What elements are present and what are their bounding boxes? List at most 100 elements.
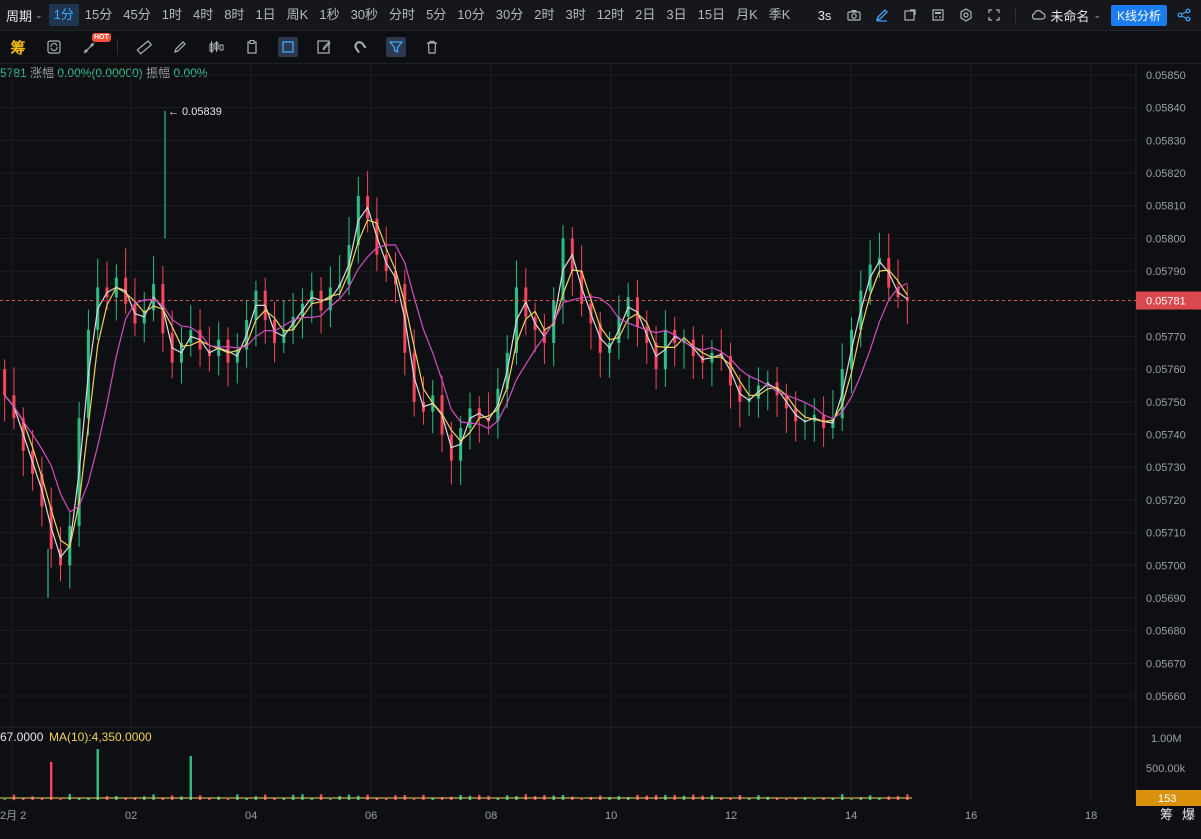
- magnet-frame-tool[interactable]: [270, 31, 306, 63]
- volume-bar: [96, 749, 99, 800]
- timeframe-tab[interactable]: 45分: [118, 4, 155, 26]
- ruler-tool[interactable]: [126, 31, 162, 63]
- volume-bar: [77, 798, 81, 800]
- volume-bar: [329, 798, 332, 800]
- volume-bar: [664, 794, 667, 800]
- clipboard-tool[interactable]: [234, 31, 270, 63]
- timeframe-tab[interactable]: 12时: [592, 4, 629, 26]
- volume-bar: [478, 794, 481, 800]
- price-tick-label: 0.05710: [1146, 528, 1186, 540]
- volume-bar: [626, 797, 630, 800]
- timeframe-tab[interactable]: 2时: [529, 4, 559, 26]
- clipboard-icon: [242, 37, 262, 57]
- camera-icon[interactable]: [843, 4, 865, 26]
- refresh-tool[interactable]: [36, 31, 72, 63]
- x-tick-label: 2月 2: [0, 810, 26, 822]
- price-tick-label: 0.05680: [1146, 626, 1186, 638]
- price-tick-label: 0.05820: [1146, 168, 1186, 180]
- price-tick-label: 0.05760: [1146, 364, 1186, 376]
- timeframe-tab[interactable]: 15日: [693, 4, 730, 26]
- timeframe-tab[interactable]: 周K: [282, 4, 314, 26]
- timeframe-tab[interactable]: 分时: [384, 4, 420, 26]
- price-tick-label: 0.05830: [1146, 135, 1186, 147]
- period-label: 周期: [6, 8, 33, 24]
- top-toolbar: 周期 ⌄ 1分 15分 45分 1时 4时 8时 1日 周K 1秒 30秒 分时 5分 10分 30分 2时…: [0, 0, 1201, 31]
- popout-icon[interactable]: [899, 4, 921, 26]
- timeframe-tab[interactable]: 1分: [48, 4, 79, 26]
- ruler-icon: [134, 37, 154, 57]
- timeframe-tab[interactable]: 2日: [630, 4, 660, 26]
- chou-label: 筹: [10, 39, 26, 57]
- price-tick-label: 0.05840: [1146, 103, 1186, 115]
- timeframe-tab[interactable]: 15分: [80, 4, 117, 26]
- x-tick-label: 18: [1085, 810, 1097, 822]
- magnet-tool[interactable]: [342, 31, 378, 63]
- cloud-icon: [1032, 10, 1046, 20]
- candlestick-icon: [206, 37, 226, 57]
- timeframe-tab[interactable]: 季K: [764, 4, 796, 26]
- edit-tool[interactable]: [306, 31, 342, 63]
- x-tick-label: 14: [845, 810, 857, 822]
- volume-bar: [580, 798, 583, 800]
- chevron-down-icon: ⌄: [35, 9, 43, 20]
- divider: [1015, 7, 1017, 23]
- brush-icon: [170, 37, 190, 57]
- timeframe-tab[interactable]: 30分: [491, 4, 528, 26]
- refresh-rate-button[interactable]: 3s: [812, 8, 838, 23]
- volume-bar: [366, 794, 369, 800]
- trend-tool[interactable]: HOT: [72, 31, 111, 63]
- timeframe-tab[interactable]: 1日: [250, 4, 280, 26]
- candle-tool[interactable]: [198, 31, 234, 63]
- timeframe-tab[interactable]: 30秒: [346, 4, 383, 26]
- chou-button[interactable]: 筹: [0, 31, 36, 63]
- volume-bar: [310, 798, 313, 800]
- timeframe-tab[interactable]: 3时: [560, 4, 590, 26]
- volume-bar: [49, 762, 53, 800]
- kline-analysis-button[interactable]: K线分析: [1110, 4, 1167, 26]
- volume-bar: [226, 798, 230, 800]
- timeframe-tab[interactable]: 1秒: [314, 4, 344, 26]
- chou-bottom-label: 筹: [1160, 807, 1173, 822]
- volume-bar: [59, 798, 62, 800]
- period-dropdown[interactable]: 周期 ⌄: [0, 0, 49, 30]
- timeframe-tab[interactable]: 1时: [157, 4, 187, 26]
- bao-bottom-label: 爆: [1182, 807, 1195, 822]
- calculator-icon[interactable]: [927, 4, 949, 26]
- timeframe-tab[interactable]: 10分: [452, 4, 489, 26]
- filter-icon: [386, 37, 406, 57]
- volume-bar: [906, 794, 909, 800]
- timeframe-tab[interactable]: 月K: [731, 4, 763, 26]
- timeframe-tab[interactable]: 4时: [188, 4, 218, 26]
- share-icon[interactable]: [1173, 4, 1195, 26]
- timeframe-tab[interactable]: 3日: [661, 4, 691, 26]
- volume-bar: [22, 798, 25, 800]
- current-price-label: 0.05781: [1146, 296, 1186, 308]
- trash-icon: [422, 37, 442, 57]
- fullscreen-icon[interactable]: [983, 4, 1005, 26]
- x-tick-label: 12: [725, 810, 737, 822]
- delete-tool[interactable]: [414, 31, 450, 63]
- price-tick-label: 0.05700: [1146, 560, 1186, 572]
- x-tick-label: 10: [605, 810, 617, 822]
- kline-chart[interactable]: 0.05850 0.05840 0.05830 0.05820 0.05810 0.058…: [0, 63, 1201, 826]
- divider: [108, 31, 126, 63]
- ma-line-mid: [4, 219, 908, 548]
- brush-tool[interactable]: [162, 31, 198, 63]
- pen-icon[interactable]: [871, 4, 893, 26]
- price-tick-label: 0.05730: [1146, 462, 1186, 474]
- volume-bar: [431, 798, 434, 800]
- frame-select-icon: [278, 37, 298, 57]
- x-tick-label: 16: [965, 810, 977, 822]
- settings-icon[interactable]: [955, 4, 977, 26]
- volume-bar: [236, 794, 239, 800]
- volume-bar: [68, 794, 71, 800]
- timeframe-tab[interactable]: 5分: [421, 4, 451, 26]
- volume-bar: [12, 794, 16, 800]
- filter-tool[interactable]: [378, 31, 414, 63]
- volume-bar: [403, 794, 407, 800]
- layout-dropdown[interactable]: 未命名 ⌄: [1026, 6, 1105, 25]
- volume-bar: [319, 794, 323, 800]
- timeframe-tab[interactable]: 8时: [219, 4, 249, 26]
- volume-bar: [785, 798, 788, 800]
- volume-bar: [636, 794, 639, 800]
